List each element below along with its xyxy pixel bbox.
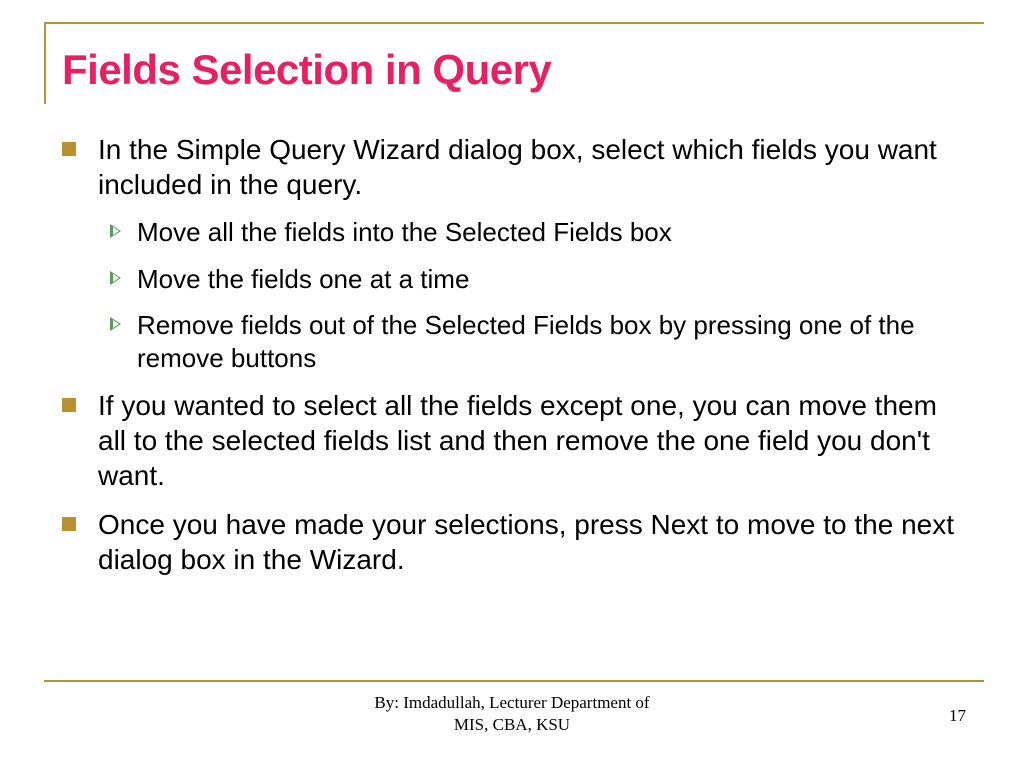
bullet-text: In the Simple Query Wizard dialog box, s…: [98, 132, 962, 202]
sub-bullet-item: Move all the fields into the Selected Fi…: [110, 216, 962, 249]
chevron-right-icon: [110, 271, 121, 285]
sub-bullet-item: Move the fields one at a time: [110, 263, 962, 296]
sub-bullet-item: Remove fields out of the Selected Fields…: [110, 309, 962, 374]
slide-border-left: [44, 22, 46, 104]
slide-border-top: [44, 22, 984, 24]
slide-content: In the Simple Query Wizard dialog box, s…: [62, 132, 962, 591]
square-bullet-icon: [62, 517, 76, 531]
sub-bullet-text: Move all the fields into the Selected Fi…: [137, 216, 672, 249]
chevron-right-icon: [110, 224, 121, 238]
bullet-text: If you wanted to select all the fields e…: [98, 388, 962, 493]
bullet-item: Once you have made your selections, pres…: [62, 507, 962, 577]
footer-text: By: Imdadullah, Lecturer Department of M…: [40, 692, 984, 736]
square-bullet-icon: [62, 142, 76, 156]
footer-line-1: By: Imdadullah, Lecturer Department of: [40, 692, 984, 714]
bullet-item: If you wanted to select all the fields e…: [62, 388, 962, 493]
footer-line-2: MIS, CBA, KSU: [40, 714, 984, 736]
square-bullet-icon: [62, 398, 76, 412]
chevron-right-icon: [110, 317, 121, 331]
sub-bullet-text: Remove fields out of the Selected Fields…: [137, 309, 962, 374]
bullet-item: In the Simple Query Wizard dialog box, s…: [62, 132, 962, 202]
slide-title: Fields Selection in Query: [62, 46, 551, 94]
page-number: 17: [949, 706, 966, 726]
sub-bullet-text: Move the fields one at a time: [137, 263, 469, 296]
bullet-text: Once you have made your selections, pres…: [98, 507, 962, 577]
footer-divider: [44, 680, 984, 682]
